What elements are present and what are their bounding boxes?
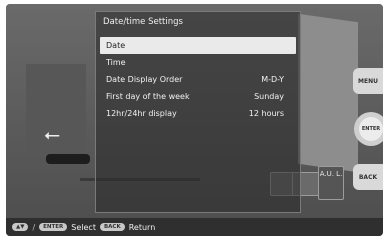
usb-cable — [46, 154, 90, 164]
menu-item-value: Sunday — [254, 92, 284, 101]
menu-item-first-day-of-week[interactable]: First day of the week Sunday — [100, 88, 296, 105]
menu-item-label: 12hr/24hr display — [106, 109, 177, 118]
menu-item-value — [284, 54, 290, 71]
nav-arrows-icon: ▲▼ — [12, 223, 29, 231]
background-label: A.U. L. — [318, 166, 344, 200]
menu-button[interactable]: MENU — [353, 68, 383, 94]
menu-item-date-display-order[interactable]: Date Display Order M-D-Y — [100, 71, 296, 88]
menu-item-value — [284, 37, 290, 54]
enter-button[interactable]: ENTER — [354, 112, 383, 146]
back-key-badge: BACK — [99, 223, 125, 231]
usb-icon: ⭠ — [44, 122, 60, 146]
enter-key-badge: ENTER — [39, 223, 68, 231]
menu-item-label: Date — [106, 41, 126, 50]
return-hint: Return — [128, 222, 156, 232]
menu-item-value: M-D-Y — [261, 75, 284, 84]
select-hint: Select — [71, 222, 96, 232]
enter-label: ENTER — [359, 117, 383, 141]
menu-item-12hr-24hr-display[interactable]: 12hr/24hr display 12 hours — [100, 105, 296, 122]
menu-item-label: First day of the week — [106, 92, 190, 101]
menu-item-label: Time — [106, 58, 126, 67]
menu-title: Date/time Settings — [103, 17, 183, 27]
menu-item-date[interactable]: Date — [100, 37, 296, 54]
background-frame — [298, 13, 358, 173]
back-button[interactable]: BACK — [353, 164, 383, 190]
settings-menu: Date/time Settings Date Time Date Displa… — [95, 11, 301, 213]
device-screen: ⭠ A.U. L. MENU ENTER BACK Date/time Sett… — [6, 4, 383, 236]
menu-item-value: 12 hours — [248, 109, 284, 118]
menu-item-label: Date Display Order — [106, 75, 183, 84]
footer-help-bar: ▲▼ / ENTER Select BACK Return — [6, 218, 383, 236]
menu-list: Date Time Date Display Order M-D-Y First… — [100, 37, 296, 122]
menu-item-time[interactable]: Time — [100, 54, 296, 71]
